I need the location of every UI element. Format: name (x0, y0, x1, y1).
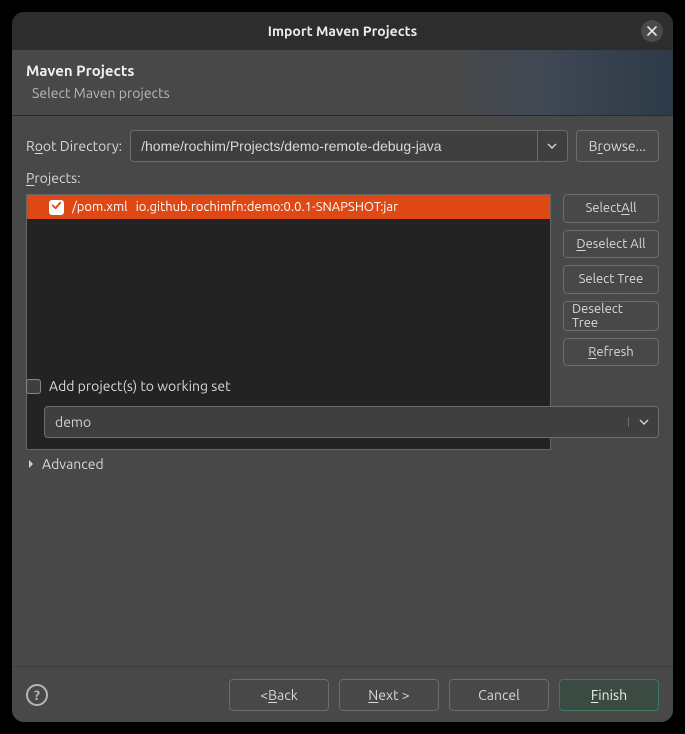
chevron-down-icon (639, 417, 649, 427)
wizard-header: Maven Projects Select Maven projects (12, 50, 673, 116)
refresh-button[interactable]: Refresh (563, 338, 659, 367)
close-button[interactable] (641, 20, 663, 42)
wizard-body: Root Directory: Browse... Projects: (12, 116, 673, 666)
wizard-footer: ? < Back Next > Cancel Finish (12, 666, 673, 722)
back-button[interactable]: < Back (229, 679, 329, 711)
chevron-right-icon (26, 459, 36, 469)
deselect-tree-button[interactable]: Deselect Tree (563, 301, 659, 331)
project-path: /pom.xml (72, 200, 128, 214)
root-directory-dropdown[interactable] (537, 131, 567, 161)
root-directory-label: Root Directory: (26, 138, 122, 154)
deselect-all-button[interactable]: Deselect All (563, 230, 659, 259)
help-button[interactable]: ? (26, 684, 48, 706)
window-title: Import Maven Projects (268, 23, 417, 39)
select-all-button[interactable]: Select All (563, 194, 659, 223)
select-tree-button[interactable]: Select Tree (563, 265, 659, 294)
wizard-subtitle: Select Maven projects (32, 85, 659, 101)
browse-button[interactable]: Browse... (576, 130, 659, 162)
finish-button[interactable]: Finish (559, 679, 659, 711)
projects-label: Projects: (26, 170, 659, 186)
workingset-label: Add project(s) to working set (49, 378, 231, 394)
advanced-label: Advanced (42, 456, 104, 472)
projects-area: /pom.xml io.github.rochimfn:demo:0.0.1-S… (26, 194, 659, 366)
workingset-row: Add project(s) to working set (26, 378, 659, 394)
wizard-title: Maven Projects (26, 62, 659, 79)
chevron-down-icon (547, 141, 557, 151)
root-directory-row: Root Directory: Browse... (26, 130, 659, 162)
spacer (26, 480, 659, 652)
titlebar: Import Maven Projects (12, 12, 673, 50)
workingset-select[interactable]: demo (44, 406, 659, 438)
project-checkbox[interactable] (49, 200, 64, 215)
workingset-dropdown[interactable] (628, 417, 658, 427)
help-icon: ? (34, 687, 40, 703)
next-button[interactable]: Next > (339, 679, 439, 711)
project-artifact: io.github.rochimfn:demo:0.0.1-SNAPSHOT:j… (136, 200, 398, 214)
project-item[interactable]: /pom.xml io.github.rochimfn:demo:0.0.1-S… (27, 195, 550, 219)
workingset-checkbox[interactable] (26, 379, 41, 394)
root-directory-combo[interactable] (130, 130, 567, 162)
workingset-value: demo (45, 414, 628, 430)
root-directory-input[interactable] (131, 131, 536, 161)
side-buttons: Select All Deselect All Select Tree Dese… (563, 194, 659, 366)
advanced-toggle[interactable]: Advanced (26, 456, 659, 472)
cancel-button[interactable]: Cancel (449, 679, 549, 711)
import-dialog: Import Maven Projects Maven Projects Sel… (12, 12, 673, 722)
check-icon (51, 200, 62, 214)
close-icon (647, 23, 657, 39)
